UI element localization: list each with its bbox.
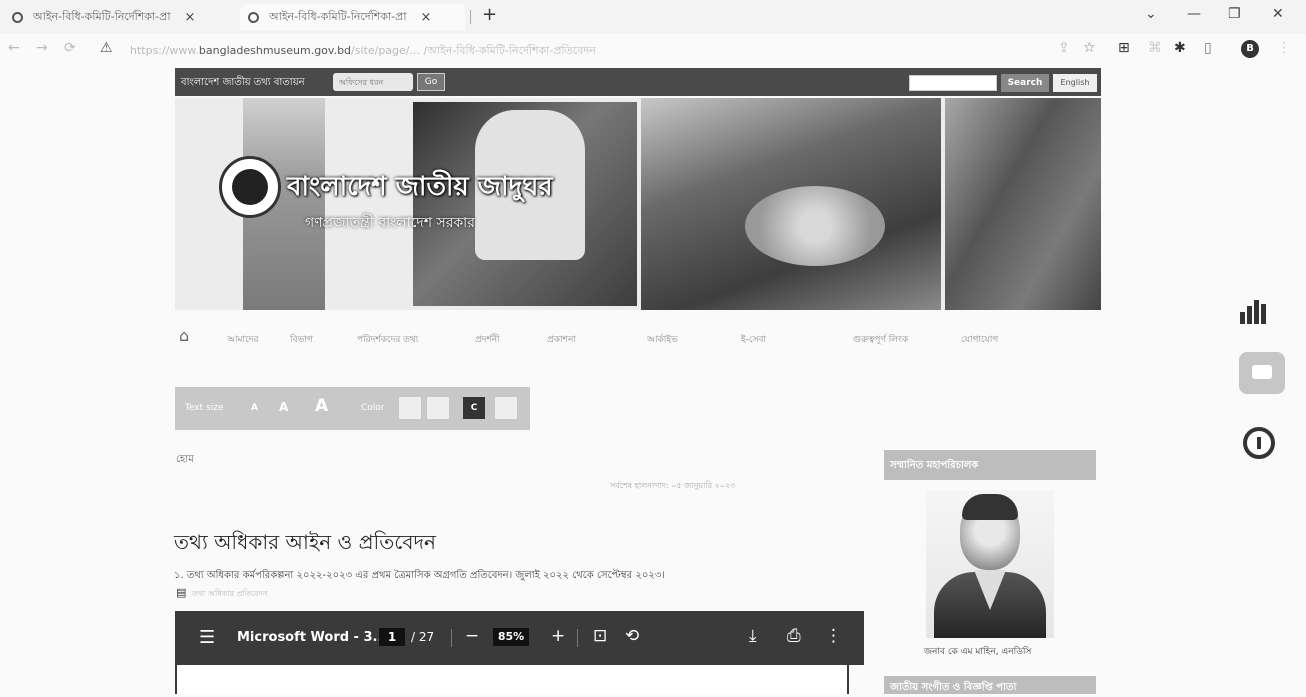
close-tab-icon[interactable]: × xyxy=(185,10,196,25)
tab-title: আইন-বিধি-কমিটি-নির্দেশিকা-প্রা xyxy=(33,9,171,23)
site-banner: বাংলাদেশ জাতীয় জাদুঘর গণপ্রজাতন্ত্রী বা… xyxy=(175,98,1101,310)
sidebar-heading: সম্মানিত মহাপরিচালক xyxy=(884,450,1096,480)
tab-separator xyxy=(470,10,471,24)
minimize-button[interactable]: — xyxy=(1187,6,1201,22)
government-emblem-icon[interactable] xyxy=(219,156,281,218)
globe-icon xyxy=(248,11,259,23)
director-photo xyxy=(926,490,1054,638)
bookmark-star-icon[interactable]: ☆ xyxy=(1083,40,1096,56)
url-domain: bangladeshmuseum.gov.bd xyxy=(198,44,352,57)
file-label[interactable]: তথ্য অধিকার প্রতিবেদন xyxy=(192,588,268,601)
text-size-large-button[interactable]: A xyxy=(315,396,328,416)
back-icon[interactable]: ← xyxy=(8,40,20,56)
kebab-menu-icon[interactable]: ⋮ xyxy=(1277,40,1291,56)
page-number-input[interactable]: 1 xyxy=(379,628,405,646)
text-size-small-button[interactable]: A xyxy=(251,403,258,413)
reload-icon[interactable]: ⟳ xyxy=(64,40,76,56)
extension-icon[interactable]: ⌘ xyxy=(1148,40,1162,56)
browser-tab-active[interactable]: আইন-বিধি-কমিটি-নির্দেশিকা-প্রা × xyxy=(240,4,465,30)
page-title: তথ্য অধিকার আইন ও প্রতিবেদন xyxy=(174,530,436,554)
new-tab-button[interactable]: + xyxy=(482,4,497,25)
director-name[interactable]: জনাব কে এম মাহিন, এনডিসি xyxy=(924,644,1031,659)
site-top-bar: বাংলাদেশ জাতীয় তথ্য বাতায়ন অফিসের ধরন … xyxy=(175,68,1101,96)
pdf-toolbar: ☰ Microsoft Word - 3... 1 / 27 − 85% + ⊡… xyxy=(175,611,864,665)
text-size-label: Text size xyxy=(185,403,224,413)
toolbar-divider xyxy=(577,629,578,647)
sidebar-heading-2: জাতীয় সংগীত ও বিজ্ঞপ্তি পাতা xyxy=(884,676,1096,694)
nav-item-e-services[interactable]: ই-সেবা xyxy=(741,332,766,347)
tab-strip: আইন-বিধি-কমিটি-নির্দেশিকা-প্রা × আইন-বিধ… xyxy=(0,0,1306,34)
browser-tab[interactable]: আইন-বিধি-কমিটি-নির্দেশিকা-প্রা × xyxy=(12,4,227,30)
zoom-in-icon[interactable]: + xyxy=(551,626,565,646)
more-options-icon[interactable]: ⋮ xyxy=(825,626,842,646)
globe-icon xyxy=(12,11,23,23)
zoom-out-icon[interactable]: − xyxy=(465,626,479,646)
color-swatch-contrast[interactable]: C xyxy=(463,397,485,419)
nav-item-departments[interactable]: বিভাগ xyxy=(290,332,313,347)
not-secure-icon[interactable]: ⚠ xyxy=(100,40,113,56)
menu-icon[interactable]: ☰ xyxy=(199,627,215,648)
toolbar-divider xyxy=(451,629,452,647)
chat-icon[interactable] xyxy=(1239,352,1285,394)
file-icon[interactable]: ▤ xyxy=(176,586,186,599)
page-total: / 27 xyxy=(411,630,435,644)
color-label: Color xyxy=(361,403,385,413)
share-icon[interactable]: ⇪ xyxy=(1058,40,1070,56)
color-swatch-light[interactable] xyxy=(427,397,449,419)
english-button[interactable]: English xyxy=(1053,74,1097,92)
accessibility-bar: Text size A A A Color C xyxy=(175,387,530,430)
fit-page-icon[interactable]: ⊡ xyxy=(593,626,607,646)
puzzle-icon[interactable]: ✱ xyxy=(1174,40,1186,56)
color-swatch-white[interactable] xyxy=(399,397,421,419)
address-bar-row: ← → ⟳ ⚠ https://www.bangladeshmuseum.gov… xyxy=(0,34,1306,64)
url-field[interactable]: https://www.bangladeshmuseum.gov.bd/site… xyxy=(130,42,596,61)
translate-icon[interactable]: ⊞ xyxy=(1118,40,1130,56)
pdf-title: Microsoft Word - 3... xyxy=(237,630,388,645)
nav-item-contact[interactable]: যোগাযোগ xyxy=(961,332,998,347)
deer-figure xyxy=(745,186,885,266)
site-subtitle: গণপ্রজাতন্ত্রী বাংলাদেশ সরকার xyxy=(305,215,475,231)
nav-item-archive[interactable]: আর্কাইভ xyxy=(647,332,678,347)
tab-search-icon[interactable]: ⌄ xyxy=(1145,6,1157,22)
info-icon[interactable] xyxy=(1243,427,1275,459)
color-swatch-default[interactable] xyxy=(495,397,517,419)
nav-item-exhibitions[interactable]: প্রদর্শনী xyxy=(475,332,500,347)
side-panel-icon[interactable]: ▯ xyxy=(1204,40,1212,56)
close-tab-icon[interactable]: × xyxy=(421,10,432,25)
breadcrumb[interactable]: হোম xyxy=(176,452,194,469)
report-link[interactable]: ১. তথ্য অধিকার কর্মপরিকল্পনা ২০২২-২০২৩ এ… xyxy=(174,568,864,585)
nav-item-visitor-info[interactable]: পরিদর্শকদের তথ্য xyxy=(357,332,418,347)
search-button[interactable]: Search xyxy=(1001,74,1049,92)
rotate-icon[interactable]: ⟲ xyxy=(625,626,639,646)
pdf-page[interactable] xyxy=(175,665,849,694)
portal-brand[interactable]: বাংলাদেশ জাতীয় তথ্য বাতায়ন xyxy=(181,75,305,92)
office-type-select[interactable]: অফিসের ধরন xyxy=(333,73,413,91)
print-icon[interactable]: ⎙ xyxy=(787,626,801,646)
last-updated: সর্বশেষ হালনাগাদ: ০৫ জানুয়ারি ২০২৩ xyxy=(610,481,736,490)
search-input[interactable] xyxy=(909,75,997,91)
download-icon[interactable]: ⤓ xyxy=(749,626,757,646)
text-size-medium-button[interactable]: A xyxy=(279,400,288,414)
zoom-level-input[interactable]: 85% xyxy=(493,628,529,646)
painting-image xyxy=(945,98,1101,310)
close-window-button[interactable]: ✕ xyxy=(1272,6,1284,22)
nav-item-about[interactable]: আমাদের xyxy=(227,332,258,347)
bar-chart-icon[interactable] xyxy=(1240,296,1272,324)
main-navigation: ⌂ আমাদের বিভাগ পরিদর্শকদের তথ্য প্রদর্শন… xyxy=(175,322,1101,352)
restore-button[interactable]: ❐ xyxy=(1228,6,1241,22)
home-icon[interactable]: ⌂ xyxy=(179,326,189,345)
site-title: বাংলাদেশ জাতীয় জাদুঘর xyxy=(287,172,553,202)
nav-item-important-links[interactable]: গুরুত্বপূর্ণ লিংক xyxy=(853,332,908,347)
forward-icon[interactable]: → xyxy=(36,40,48,56)
profile-avatar[interactable]: B xyxy=(1241,40,1259,58)
tab-title: আইন-বিধি-কমিটি-নির্দেশিকা-প্রা xyxy=(269,9,407,23)
go-button[interactable]: Go xyxy=(417,73,445,91)
nav-item-publications[interactable]: প্রকাশনা xyxy=(547,332,576,347)
